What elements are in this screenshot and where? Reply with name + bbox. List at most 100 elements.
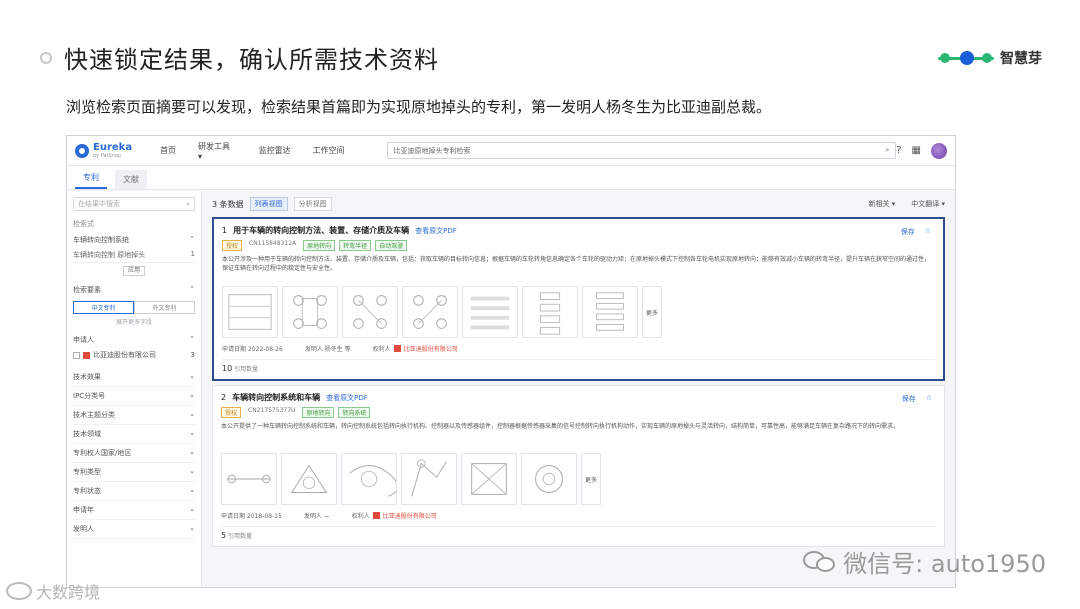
patent-figure-thumb[interactable] [461,453,517,505]
filter-field[interactable]: 技术领域 ⌄ [73,425,195,444]
result-meta: 申请日期 2022-08-26 发明人 杨冬生 等 权利人 比亚迪股份有限公司 [222,344,935,353]
wechat-watermark: 微信号: auto1950 [803,544,1046,579]
apps-grid-icon[interactable]: ▦ [912,145,921,156]
star-icon[interactable]: ☆ [926,394,932,404]
chevron-up-icon[interactable]: ⌃ [189,235,195,245]
inventor-name[interactable]: 杨冬生 等 [325,346,351,353]
assignee-name: 比亚迪股份有限公司 [93,351,156,359]
app-topbar: Eureka by PatSnap 首页 研发工具 ▾ 监控雷达 工作空间 比亚… [67,136,955,166]
element-section: 检索要素 ⌃ 中文专利 外文专利 展开更多字段 [73,282,195,326]
checkbox-icon[interactable] [73,351,80,359]
nav-tools[interactable]: 研发工具 ▾ [198,141,237,161]
avatar[interactable] [931,142,947,159]
patent-figure-thumb[interactable] [341,453,399,505]
tag-status: 授权 [222,240,243,251]
filter-country[interactable]: 专利权人国家/地区 ⌄ [73,444,195,463]
nav-workspace[interactable]: 工作空间 [313,145,345,156]
patent-figure-thumb[interactable] [521,453,577,505]
citation-count[interactable]: 10 引用数量 [222,359,935,373]
app-tagline: by PatSnap [93,152,122,159]
more-figures-button[interactable]: 更多 [581,453,601,505]
filter-tech-effect[interactable]: 技术效果 ⌄ [73,368,195,387]
search-icon[interactable]: ⌕ [186,200,190,209]
analysis-view-button[interactable]: 分析视图 [293,197,332,211]
app-screenshot: Eureka by PatSnap 首页 研发工具 ▾ 监控雷达 工作空间 比亚… [66,135,956,588]
filter-status[interactable]: 专利状态 ⌄ [73,482,195,501]
nav-home[interactable]: 首页 [160,145,176,156]
tab-patent[interactable]: 专利 [75,168,107,189]
result-meta: 申请日期 2018-08-15 发明人 — 权利人 比亚迪股份有限公司 [221,511,936,520]
slide-subtitle: 浏览检索页面摘要可以发现，检索结果首篇即为实现原地掉头的专利，第一发明人杨冬生为… [66,98,772,116]
patent-figure-thumb[interactable] [221,453,277,505]
filed-date: 2018-08-15 [246,513,282,520]
query-row[interactable]: 车辆转向控制 原地掉头 1 [73,248,195,263]
assignee-section-head[interactable]: 申请人 ⌃ [73,332,195,348]
result-title[interactable]: 用于车辆的转向控制方法、装置、存储介质及车辆 [233,225,409,236]
patent-figure-thumb[interactable] [282,286,338,338]
toolbar-right: 新相关 ▾ 中文翻译 ▾ [869,199,946,209]
tag-keyword: 自动驾驶 [375,240,408,251]
segment-cn[interactable]: 中文专利 [73,301,134,314]
result-card-1[interactable]: 1 用于车辆的转向控制方法、装置、存储介质及车辆 查看原文PDF 保存 ☆ 授权… [212,217,945,381]
patent-figure-thumb[interactable] [522,286,578,338]
save-button[interactable]: 保存 [901,227,915,237]
filter-topic[interactable]: 技术主题分类 ⌄ [73,406,195,425]
eureka-logo-icon [75,143,89,158]
segment-foreign[interactable]: 外文专利 [134,301,195,314]
expand-fields-link[interactable]: 展开更多字段 [73,317,195,326]
apply-button[interactable]: 应用 [123,266,145,276]
chevron-up-icon[interactable]: ⌃ [189,335,195,345]
owner-name[interactable]: 比亚迪股份有限公司 [404,344,458,353]
org-flag-icon [393,345,401,352]
sidebar-search-input[interactable]: 在结果中搜索 ⌕ [73,197,195,211]
save-button[interactable]: 保存 [902,394,916,404]
pdf-link[interactable]: 查看原文PDF [326,393,368,403]
result-card-2[interactable]: 2 车辆转向控制系统和车辆 查看原文PDF 保存 ☆ 授权 CN21757537… [212,385,945,547]
assignee-checkbox[interactable]: 比亚迪股份有限公司 3 [73,348,195,362]
translate-dropdown[interactable]: 中文翻译 ▾ [911,199,945,209]
filter-year[interactable]: 申请年 ⌄ [73,501,195,520]
more-figures-button[interactable]: 更多 [642,286,662,338]
tag-number: CN217575377U [248,407,296,414]
sort-dropdown[interactable]: 新相关 ▾ [869,199,896,209]
element-section-head[interactable]: 检索要素 ⌃ [73,282,195,298]
filter-label: 专利状态 [73,487,101,495]
patent-figure-thumb[interactable] [402,286,458,338]
top-icons: ? ▦ [896,142,947,159]
filter-type[interactable]: 专利类型 ⌄ [73,463,195,482]
help-icon[interactable]: ? [896,145,901,156]
nav-monitor[interactable]: 监控雷达 [259,145,291,156]
patent-figure-thumb[interactable] [281,453,337,505]
patent-figure-thumb[interactable] [222,286,278,338]
search-input[interactable]: 比亚迪原地掉头专利检索 ⌕ [386,142,897,159]
owner-name[interactable]: 比亚迪股份有限公司 [383,511,437,520]
patent-figure-thumb[interactable] [582,286,638,338]
filter-label: 技术领域 [73,430,101,438]
filter-inventor[interactable]: 发明人 ⌄ [73,520,195,539]
app-logo[interactable]: Eureka by PatSnap [75,142,132,159]
filter-label: 申请年 [73,506,94,514]
figure-strip: 更多 [221,453,936,505]
cite-number: 10 [222,364,233,373]
patent-figure-thumb[interactable] [462,286,518,338]
citation-count[interactable]: 5 引用数量 [221,526,936,540]
patent-figure-thumb[interactable] [401,453,457,505]
filter-label: 技术效果 [73,373,101,381]
brand-logo: 智慧芽 [938,48,1042,68]
chevron-up-icon[interactable]: ⌃ [189,285,195,295]
pdf-link[interactable]: 查看原文PDF [415,226,457,236]
search-icon[interactable]: ⌕ [885,146,889,155]
list-view-button[interactable]: 列表视图 [249,197,288,211]
chevron-down-icon: ⌄ [189,505,195,513]
patent-figure-thumb[interactable] [342,286,398,338]
tab-literature[interactable]: 文献 [115,170,147,189]
query-section-head[interactable]: 车辆转向控制系统 ⌃ [73,232,195,248]
star-icon[interactable]: ☆ [925,227,931,237]
search-query: 比亚迪原地掉头专利检索 [393,146,471,155]
result-title[interactable]: 车辆转向控制系统和车辆 [232,392,320,403]
query-line: 车辆转向控制 原地掉头 [73,251,146,259]
inventor-name[interactable]: — [324,513,330,520]
filter-ipc[interactable]: IPC分类号 ⌄ [73,387,195,406]
tag-keyword: 原地转向 [303,240,336,251]
tag-row: 授权 CN217575377U 原地转向 转向系统 [221,407,936,418]
